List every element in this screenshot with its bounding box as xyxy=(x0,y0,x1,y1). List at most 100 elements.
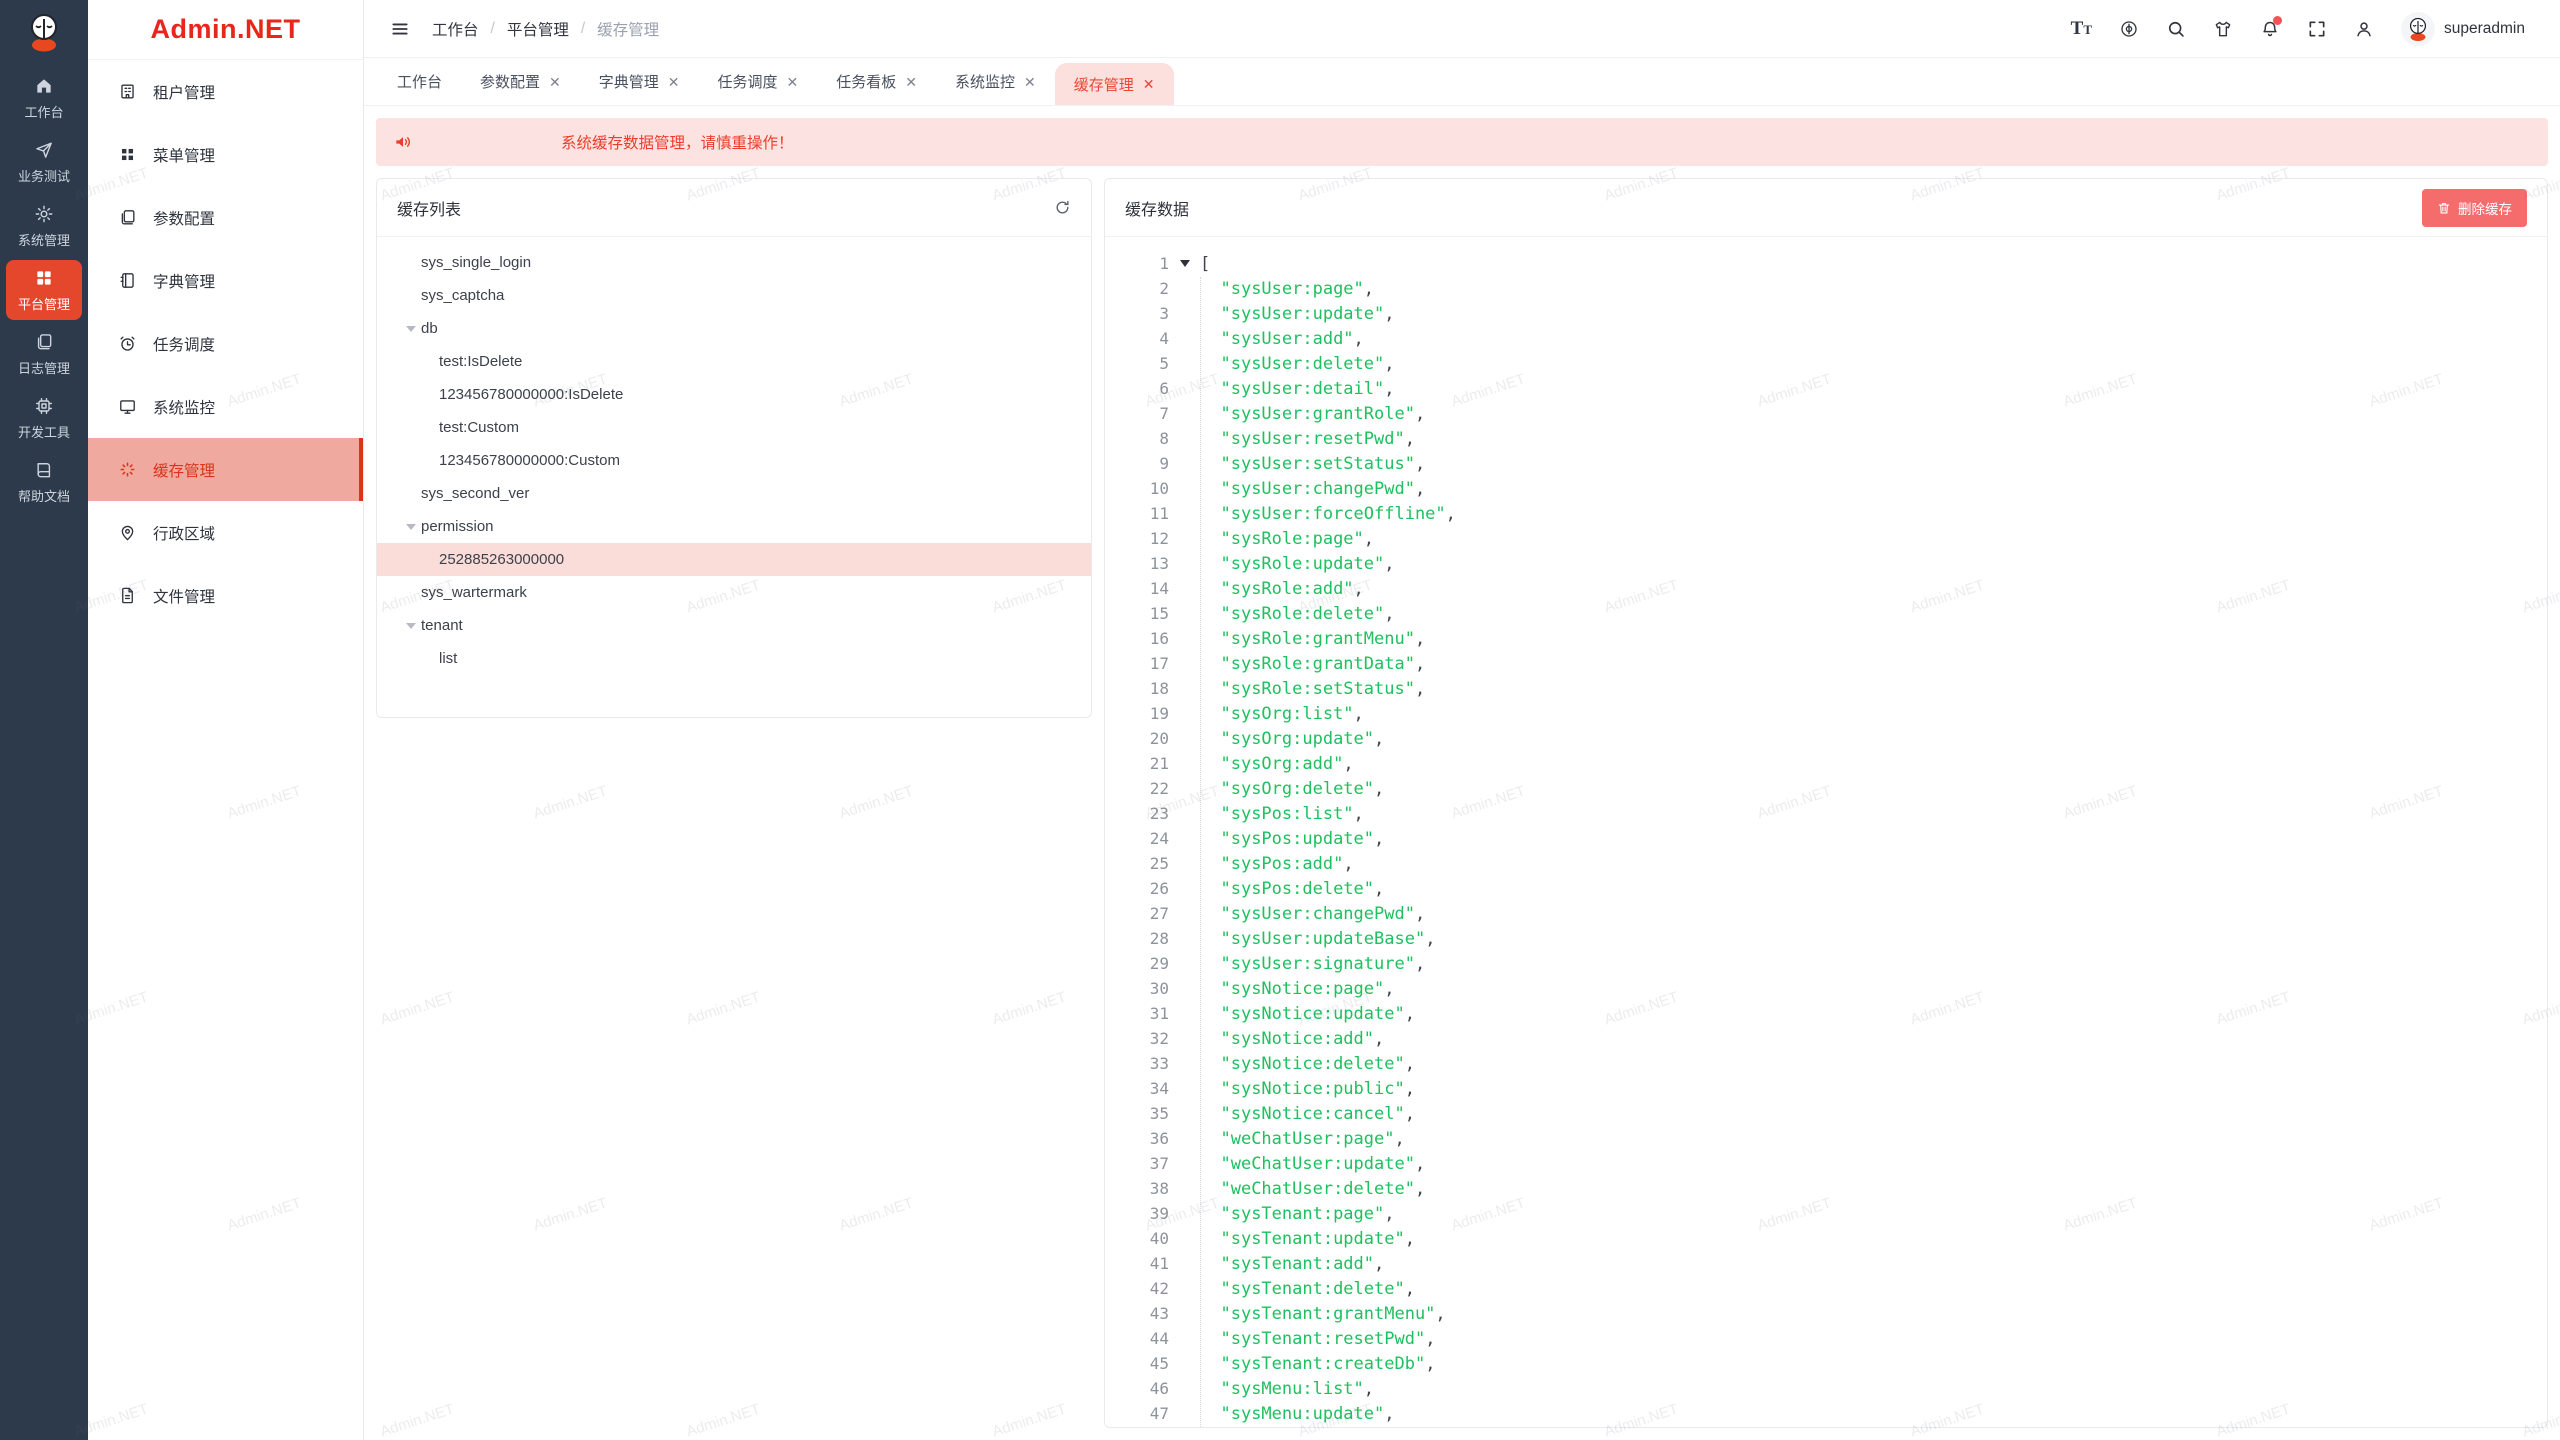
close-tab-icon[interactable]: ✕ xyxy=(668,75,680,89)
line-number: 33 xyxy=(1105,1054,1169,1073)
code-line: 30 "sysNotice:page", xyxy=(1105,976,2547,1001)
cache-data-title: 缓存数据 xyxy=(1125,196,1189,220)
line-number: 47 xyxy=(1105,1404,1169,1423)
delete-cache-button[interactable]: 删除缓存 xyxy=(2422,189,2527,227)
close-tab-icon[interactable]: ✕ xyxy=(1024,75,1036,89)
sidebar-item-schedule[interactable]: 任务调度 xyxy=(88,312,363,375)
mascot-logo-image xyxy=(23,10,65,54)
fullscreen-icon[interactable] xyxy=(2307,19,2327,39)
code-line: 6 "sysUser:detail", xyxy=(1105,376,2547,401)
tree-node[interactable]: sys_wartermark xyxy=(377,576,1091,609)
sidebar-item-config[interactable]: 参数配置 xyxy=(88,186,363,249)
app-root: 工作台 业务测试 系统管理 平台管理 日志管理 开发工具 帮助文档 Admin.… xyxy=(0,0,2560,1440)
i18n-icon[interactable] xyxy=(2119,19,2139,39)
code-line: 41 "sysTenant:add", xyxy=(1105,1251,2547,1276)
line-number: 37 xyxy=(1105,1154,1169,1173)
sidebar-item-monitor[interactable]: 系统监控 xyxy=(88,375,363,438)
tree-node-label: tenant xyxy=(421,617,463,634)
refresh-icon[interactable] xyxy=(1054,199,1071,216)
tree-expand-icon[interactable] xyxy=(401,326,421,332)
sidebar-item-label: 任务调度 xyxy=(153,333,215,355)
breadcrumb-separator: / xyxy=(581,20,585,38)
rail-item-help-docs[interactable]: 帮助文档 xyxy=(6,452,82,512)
code-line: 20 "sysOrg:update", xyxy=(1105,726,2547,751)
tree-node-label: sys_second_ver xyxy=(421,485,529,502)
sidebar-item-region[interactable]: 行政区域 xyxy=(88,501,363,564)
tree-node-label: 123456780000000:IsDelete xyxy=(439,386,623,403)
tree-node[interactable]: tenant xyxy=(377,609,1091,642)
close-tab-icon[interactable]: ✕ xyxy=(787,75,799,89)
line-number: 17 xyxy=(1105,654,1169,673)
rail-item-workbench[interactable]: 工作台 xyxy=(6,68,82,128)
fold-caret-icon[interactable] xyxy=(1169,260,1200,267)
sidebar-item-file[interactable]: 文件管理 xyxy=(88,564,363,627)
code-line: 7 "sysUser:grantRole", xyxy=(1105,401,2547,426)
tab-monitor[interactable]: 系统监控 ✕ xyxy=(936,58,1055,106)
tree-node[interactable]: test:Custom xyxy=(377,411,1091,444)
tab-task-board[interactable]: 任务看板 ✕ xyxy=(817,58,936,106)
notice-bar: 系统缓存数据管理，请慎重操作！ xyxy=(376,118,2548,166)
rail-item-biz-test[interactable]: 业务测试 xyxy=(6,132,82,192)
font-size-icon[interactable]: TT xyxy=(2071,19,2092,38)
copy-icon xyxy=(118,208,137,227)
notebook-icon xyxy=(118,271,137,290)
breadcrumb-item[interactable]: 工作台 xyxy=(432,18,479,40)
user-menu[interactable]: superadmin xyxy=(2401,12,2534,46)
rail-item-log-mgmt[interactable]: 日志管理 xyxy=(6,324,82,384)
tab-workbench[interactable]: 工作台 xyxy=(378,58,461,106)
tree-node[interactable]: sys_single_login xyxy=(377,246,1091,279)
sidebar-item-cache[interactable]: 缓存管理 xyxy=(88,438,363,501)
tab-label: 参数配置 xyxy=(480,71,540,92)
line-number: 43 xyxy=(1105,1304,1169,1323)
tree-node[interactable]: sys_second_ver xyxy=(377,477,1091,510)
code-line: 19 "sysOrg:list", xyxy=(1105,701,2547,726)
main-column: 工作台/平台管理/缓存管理 TT superadmin 工作台 参数配置 ✕ 字… xyxy=(364,0,2560,1440)
collapse-menu-icon[interactable] xyxy=(390,19,410,39)
rail-item-dev-tools[interactable]: 开发工具 xyxy=(6,388,82,448)
tree-expand-icon[interactable] xyxy=(401,524,421,530)
rail-item-label: 开发工具 xyxy=(18,422,70,441)
close-tab-icon[interactable]: ✕ xyxy=(1143,77,1155,91)
tree-node[interactable]: test:IsDelete xyxy=(377,345,1091,378)
tab-schedule[interactable]: 任务调度 ✕ xyxy=(699,58,818,106)
tab-dictionary[interactable]: 字典管理 ✕ xyxy=(580,58,699,106)
line-number: 32 xyxy=(1105,1029,1169,1048)
sidebar-item-menu[interactable]: 菜单管理 xyxy=(88,123,363,186)
tree-node[interactable]: db xyxy=(377,312,1091,345)
close-tab-icon[interactable]: ✕ xyxy=(905,75,917,89)
code-line: 24 "sysPos:update", xyxy=(1105,826,2547,851)
line-number: 29 xyxy=(1105,954,1169,973)
sidebar-item-tenant[interactable]: 租户管理 xyxy=(88,60,363,123)
notifications-bell-icon[interactable] xyxy=(2260,19,2280,39)
rail-item-system-mgmt[interactable]: 系统管理 xyxy=(6,196,82,256)
notice-text: 系统缓存数据管理，请慎重操作！ xyxy=(561,131,794,153)
code-line: 32 "sysNotice:add", xyxy=(1105,1026,2547,1051)
user-icon[interactable] xyxy=(2354,19,2374,39)
tab-config[interactable]: 参数配置 ✕ xyxy=(461,58,580,106)
sidebar-item-dictionary[interactable]: 字典管理 xyxy=(88,249,363,312)
tree-node[interactable]: sys_captcha xyxy=(377,279,1091,312)
tree-node[interactable]: 123456780000000:IsDelete xyxy=(377,378,1091,411)
cache-json-viewer: 1 [ 2 "sysUser:page", 3 "sysUser:update"… xyxy=(1105,237,2547,1427)
code-line: 33 "sysNotice:delete", xyxy=(1105,1051,2547,1076)
rail-item-platform-mgmt[interactable]: 平台管理 xyxy=(6,260,82,320)
chip-icon xyxy=(34,396,54,416)
close-tab-icon[interactable]: ✕ xyxy=(549,75,561,89)
code-line: 26 "sysPos:delete", xyxy=(1105,876,2547,901)
tree-node[interactable]: 252885263000000 xyxy=(377,543,1091,576)
line-number: 24 xyxy=(1105,829,1169,848)
tab-label: 系统监控 xyxy=(955,71,1015,92)
tree-node[interactable]: permission xyxy=(377,510,1091,543)
line-number: 15 xyxy=(1105,604,1169,623)
tree-expand-icon[interactable] xyxy=(401,623,421,629)
code-line: 1 [ xyxy=(1105,251,2547,276)
tree-node[interactable]: list xyxy=(377,642,1091,675)
line-number: 39 xyxy=(1105,1204,1169,1223)
line-number: 6 xyxy=(1105,379,1169,398)
tab-cache[interactable]: 缓存管理 ✕ xyxy=(1055,63,1174,105)
search-icon[interactable] xyxy=(2166,19,2186,39)
breadcrumb-item[interactable]: 平台管理 xyxy=(507,18,569,40)
app-logo[interactable] xyxy=(0,0,88,64)
theme-shirt-icon[interactable] xyxy=(2213,19,2233,39)
tree-node[interactable]: 123456780000000:Custom xyxy=(377,444,1091,477)
